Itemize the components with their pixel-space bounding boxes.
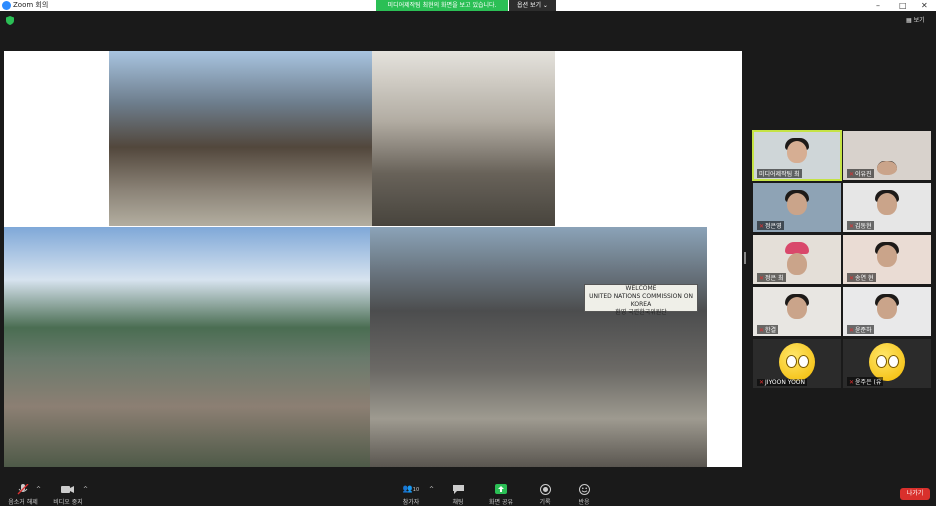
emoji-avatar-icon xyxy=(869,343,905,381)
unmute-label: 음소거 해제 xyxy=(8,499,38,506)
leave-meeting-button[interactable]: 나가기 xyxy=(900,488,930,500)
participant-name: ✕JIYOON YOON xyxy=(757,379,808,386)
historic-gate-photo xyxy=(372,51,555,226)
cheonggyecheon-photo xyxy=(109,51,372,226)
sign-line-3: 환영 국련한국위원단 xyxy=(615,309,667,316)
participant-tile[interactable]: ✕정은 최 xyxy=(753,235,841,284)
view-toggle-button[interactable]: ▦ 보기 xyxy=(906,15,925,24)
mic-muted-icon: ✕ xyxy=(849,223,855,230)
participant-tile[interactable]: ✕JIYOON YOON xyxy=(753,339,841,388)
people-icon: 👥 xyxy=(402,484,413,493)
mic-muted-icon: ✕ xyxy=(759,379,765,386)
share-screen-button[interactable]: 화면 공유 xyxy=(486,484,516,506)
participant-face xyxy=(877,297,897,319)
participants-label: 참가자 xyxy=(402,499,420,506)
mic-muted-icon: ✕ xyxy=(759,275,765,282)
historic-street-photo: WELCOME UNITED NATIONS COMMISSION ON KOR… xyxy=(370,227,707,467)
participant-name: ✕송연 현 xyxy=(847,273,876,282)
participant-name: ✕김동현 xyxy=(847,221,874,230)
mic-muted-icon: ✕ xyxy=(759,327,765,334)
participant-face xyxy=(787,193,807,215)
zoom-logo-icon xyxy=(2,1,11,10)
participant-name: ✕이유진 xyxy=(847,169,874,178)
smiley-icon xyxy=(578,484,590,495)
participant-tile[interactable]: ✕윤준하 xyxy=(843,287,931,336)
participants-options-caret[interactable]: ^ xyxy=(429,486,434,493)
record-button[interactable]: 기록 xyxy=(536,484,554,506)
participant-name: ✕윤주은 (유 xyxy=(847,377,884,386)
mic-muted-icon xyxy=(17,484,29,495)
welcome-sign: WELCOME UNITED NATIONS COMMISSION ON KOR… xyxy=(584,284,698,316)
participant-face xyxy=(877,193,897,215)
participant-tile[interactable]: ✕정은영 xyxy=(753,183,841,232)
maximize-button[interactable]: □ xyxy=(899,0,907,11)
mic-muted-icon: ✕ xyxy=(759,223,765,230)
mic-muted-icon: ✕ xyxy=(849,275,855,282)
participant-tile[interactable]: ✕이유진 xyxy=(843,131,931,180)
record-label: 기록 xyxy=(539,499,551,506)
panel-resize-handle[interactable] xyxy=(744,252,746,264)
city-valley-photo xyxy=(4,227,370,467)
reactions-button[interactable]: 반응 xyxy=(576,484,592,506)
mic-muted-icon: ✕ xyxy=(849,327,855,334)
participant-name: ✕정은영 xyxy=(757,221,784,230)
participant-tile[interactable]: ✕김동현 xyxy=(843,183,931,232)
participant-name: ✕한결 xyxy=(757,325,779,334)
participant-tile[interactable]: ✕송연 현 xyxy=(843,235,931,284)
chat-label: 채팅 xyxy=(452,499,464,506)
shared-screen: WELCOME UNITED NATIONS COMMISSION ON KOR… xyxy=(4,51,742,467)
unmute-button[interactable]: 음소거 해제 xyxy=(6,484,40,506)
participant-name: 미디어제작팀 최 xyxy=(757,169,802,178)
participant-face xyxy=(787,141,807,163)
view-options-button[interactable]: 옵션 보기 ⌄ xyxy=(509,0,556,11)
participant-gallery: 미디어제작팀 최 ✕이유진 ✕정은영 ✕김동현 ✕정은 최 ✕송연 현 ✕한결 … xyxy=(751,130,931,391)
participant-face xyxy=(877,161,897,175)
view-label: 보기 xyxy=(913,17,925,24)
close-button[interactable]: ✕ xyxy=(921,0,928,11)
participant-face xyxy=(787,297,807,319)
participants-button[interactable]: 👥10 참가자 xyxy=(396,484,426,506)
participant-tile[interactable]: 미디어제작팀 최 xyxy=(752,130,842,181)
emoji-avatar-icon xyxy=(779,343,815,381)
participant-face xyxy=(877,245,897,267)
sign-line-2: UNITED NATIONS COMMISSION ON KOREA xyxy=(589,293,693,308)
participant-tile[interactable]: ✕한결 xyxy=(753,287,841,336)
record-icon xyxy=(539,484,551,495)
grid-view-icon: ▦ xyxy=(906,17,914,24)
minimize-button[interactable]: – xyxy=(876,0,880,11)
participants-count: 10 xyxy=(412,487,420,493)
chat-button[interactable]: 채팅 xyxy=(448,484,468,506)
window-title: Zoom 회의 xyxy=(13,1,49,9)
stop-video-button[interactable]: 비디오 중지 xyxy=(50,484,86,506)
participant-tile[interactable]: ✕윤주은 (유 xyxy=(843,339,931,388)
participant-face xyxy=(787,253,807,275)
video-camera-icon xyxy=(61,486,74,493)
share-screen-icon xyxy=(495,484,507,494)
audio-options-caret[interactable]: ^ xyxy=(36,486,41,493)
mic-muted-icon: ✕ xyxy=(849,379,855,386)
stop-video-label: 비디오 중지 xyxy=(53,499,83,506)
participant-name: ✕윤준하 xyxy=(847,325,874,334)
participant-name: ✕정은 최 xyxy=(757,273,786,282)
reactions-label: 반응 xyxy=(578,499,590,506)
chat-bubble-icon xyxy=(452,485,464,494)
security-shield-icon[interactable] xyxy=(6,16,14,25)
sign-line-1: WELCOME xyxy=(625,285,657,292)
mic-muted-icon: ✕ xyxy=(849,171,855,178)
share-screen-label: 화면 공유 xyxy=(489,499,513,506)
video-options-caret[interactable]: ^ xyxy=(83,486,88,493)
meeting-toolbar: 음소거 해제 ^ 비디오 중지 ^ 👥10 참가자 ^ 채팅 화면 공유 기록 xyxy=(0,482,936,506)
screen-share-banner: 미디어제작팀 최현의 화면을 보고 있습니다. xyxy=(376,0,508,11)
